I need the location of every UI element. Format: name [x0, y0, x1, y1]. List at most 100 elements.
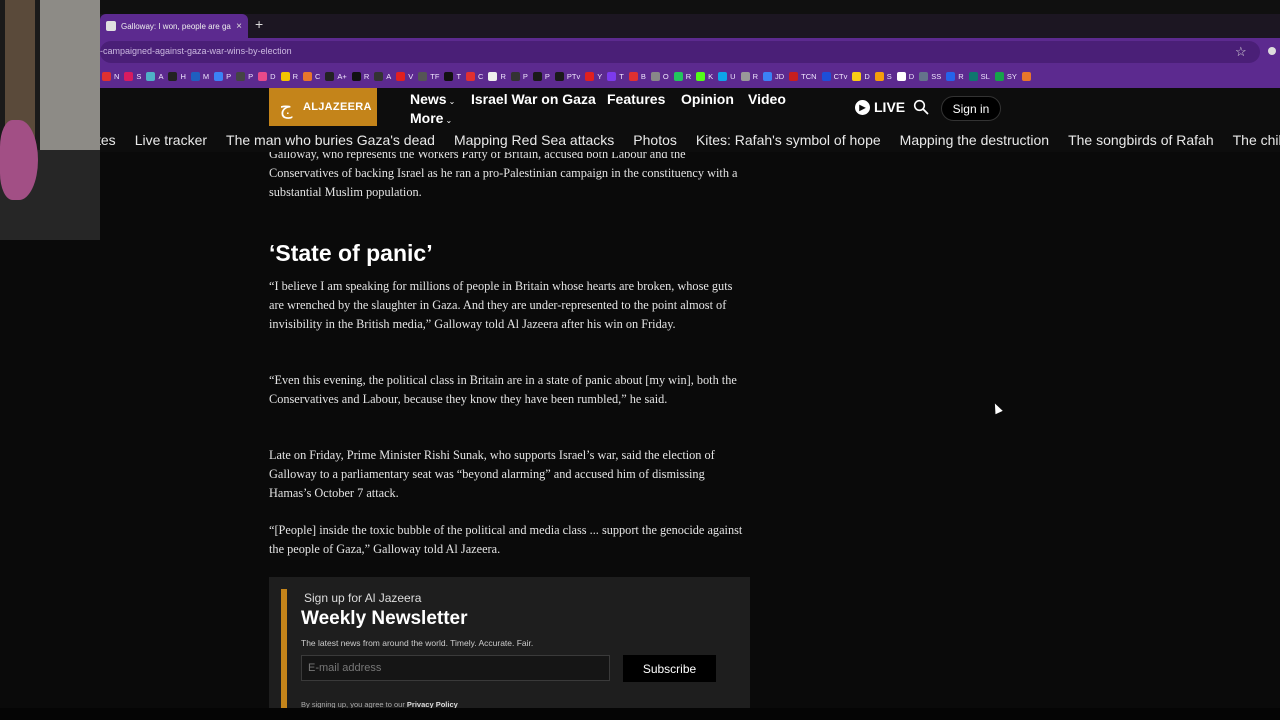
article-paragraph: “I believe I am speaking for millions of… — [269, 279, 733, 331]
bookmark-star-icon[interactable]: ☆ — [1235, 44, 1247, 60]
bookmark-item[interactable]: C — [466, 71, 483, 81]
section-heading: ‘State of panic’ — [269, 240, 433, 266]
bookmark-item[interactable]: D — [852, 71, 870, 81]
bookmark-item[interactable]: S — [874, 71, 892, 81]
bookmark-item[interactable]: K — [696, 71, 713, 81]
nav-opinion[interactable]: Opinion — [681, 91, 734, 107]
bookmark-item[interactable]: D — [258, 71, 276, 81]
bookmark-label: R — [685, 71, 692, 81]
bookmark-item[interactable]: R — [488, 71, 506, 81]
bookmark-item[interactable]: B — [628, 71, 646, 81]
bookmark-favicon-icon — [374, 71, 384, 81]
bookmark-favicon-icon — [874, 71, 884, 81]
bookmark-item[interactable]: CTv — [821, 71, 848, 81]
mouse-cursor-icon — [991, 401, 1003, 415]
bookmark-favicon-icon — [696, 71, 706, 81]
bookmark-item[interactable]: V — [396, 71, 414, 81]
sign-in-button[interactable]: Sign in — [941, 96, 1001, 121]
bookmark-label: PTv — [566, 71, 581, 81]
live-button[interactable]: ▶ LIVE — [855, 99, 905, 115]
bookmark-item[interactable]: P — [510, 71, 528, 81]
logo-wordmark: ALJAZEERA — [303, 101, 372, 113]
bookmark-item[interactable]: SY — [994, 71, 1017, 81]
bookmark-item[interactable]: S — [124, 71, 141, 81]
bookmark-item[interactable]: R — [740, 71, 758, 81]
bookmark-item[interactable]: A — [146, 71, 163, 81]
bookmark-label: D — [864, 71, 870, 81]
secondary-nav-item[interactable]: Live tracker — [135, 132, 207, 148]
bookmark-item[interactable]: R — [946, 71, 964, 81]
bookmark-item[interactable]: D — [896, 71, 914, 81]
bookmark-item[interactable]: R — [280, 71, 298, 81]
secondary-nav-item[interactable]: The childre — [1233, 132, 1280, 148]
webcam-chair — [0, 120, 38, 200]
bookmark-item[interactable]: A+ — [325, 71, 347, 81]
nav-news-label: News — [410, 91, 447, 107]
bookmark-item[interactable]: R — [351, 71, 369, 81]
search-icon[interactable] — [913, 99, 929, 115]
bookmark-label: T — [456, 71, 462, 81]
bookmark-item[interactable]: Y — [585, 71, 602, 81]
secondary-nav-item[interactable]: The songbirds of Rafah — [1068, 132, 1214, 148]
bookmark-label: SY — [1006, 71, 1017, 81]
profile-icon[interactable] — [1268, 47, 1276, 55]
bookmark-item[interactable]: TCN — [789, 71, 817, 81]
nav-israel-war-on-gaza[interactable]: Israel War on Gaza — [471, 91, 596, 107]
secondary-nav-item[interactable]: Kites: Rafah's symbol of hope — [696, 132, 881, 148]
bookmark-item[interactable]: TF — [418, 71, 439, 81]
tab-favicon-icon — [106, 21, 116, 31]
secondary-nav-item[interactable]: tes — [100, 132, 116, 148]
bookmark-item[interactable]: T — [607, 71, 624, 81]
bookmark-favicon-icon — [673, 71, 683, 81]
bookmark-favicon-icon — [418, 71, 428, 81]
bookmark-favicon-icon — [919, 71, 929, 81]
tab-close-icon[interactable]: × — [236, 21, 242, 32]
bookmark-item[interactable]: P — [236, 71, 253, 81]
secondary-nav-item[interactable]: Photos — [633, 132, 677, 148]
bookmark-favicon-icon — [488, 71, 498, 81]
bookmark-item[interactable]: N — [102, 71, 120, 81]
bookmark-item[interactable]: O — [650, 71, 669, 81]
bookmark-item[interactable]: JD — [763, 71, 784, 81]
bookmark-label: SS — [931, 71, 942, 81]
webcam-overlay — [0, 0, 100, 240]
bookmark-item[interactable] — [1021, 71, 1034, 81]
nav-video[interactable]: Video — [748, 91, 786, 107]
bookmark-favicon-icon — [102, 71, 111, 81]
aljazeera-logo[interactable]: ج ALJAZEERA — [269, 88, 377, 126]
secondary-nav-item[interactable]: Mapping Red Sea attacks — [454, 132, 614, 148]
bookmark-item[interactable]: C — [303, 71, 320, 81]
bookmark-favicon-icon — [554, 71, 564, 81]
bookmark-label: V — [408, 71, 414, 81]
nav-more[interactable]: More ⌄ — [410, 110, 452, 126]
bookmark-item[interactable]: SL — [968, 71, 990, 81]
bookmark-item[interactable]: T — [444, 71, 462, 81]
bookmark-favicon-icon — [994, 71, 1004, 81]
bookmark-item[interactable]: P — [532, 71, 550, 81]
bookmark-favicon-icon — [258, 71, 268, 81]
email-field[interactable] — [301, 655, 610, 681]
bookmark-item[interactable]: R — [673, 71, 692, 81]
address-bar-url[interactable]: -campaigned-against-gaza-war-wins-by-ele… — [100, 46, 292, 56]
secondary-nav-item[interactable]: Mapping the destruction — [900, 132, 1049, 148]
secondary-nav-item[interactable]: The man who buries Gaza's dead — [226, 132, 435, 148]
bookmark-favicon-icon — [607, 71, 617, 81]
subscribe-button[interactable]: Subscribe — [623, 655, 716, 682]
active-tab[interactable]: Galloway: I won, people are ga... × — [100, 14, 248, 38]
bookmark-label: CTv — [833, 71, 848, 81]
bookmark-item[interactable]: M — [190, 71, 209, 81]
bookmark-item[interactable]: A — [374, 71, 391, 81]
new-tab-button[interactable]: + — [255, 16, 263, 32]
bookmark-label: U — [730, 71, 736, 81]
bookmark-item[interactable]: U — [718, 71, 736, 81]
nav-features[interactable]: Features — [607, 91, 665, 107]
bookmark-label: N — [114, 71, 120, 81]
bookmark-favicon-icon — [789, 71, 799, 81]
bookmark-item[interactable]: SS — [919, 71, 942, 81]
bookmark-item[interactable]: PTv — [554, 71, 581, 81]
bookmark-item[interactable]: P — [214, 71, 231, 81]
bookmark-label: B — [640, 71, 646, 81]
nav-news[interactable]: News ⌄ — [410, 91, 455, 107]
bookmark-favicon-icon — [236, 71, 246, 81]
bookmark-item[interactable]: H — [168, 71, 186, 81]
